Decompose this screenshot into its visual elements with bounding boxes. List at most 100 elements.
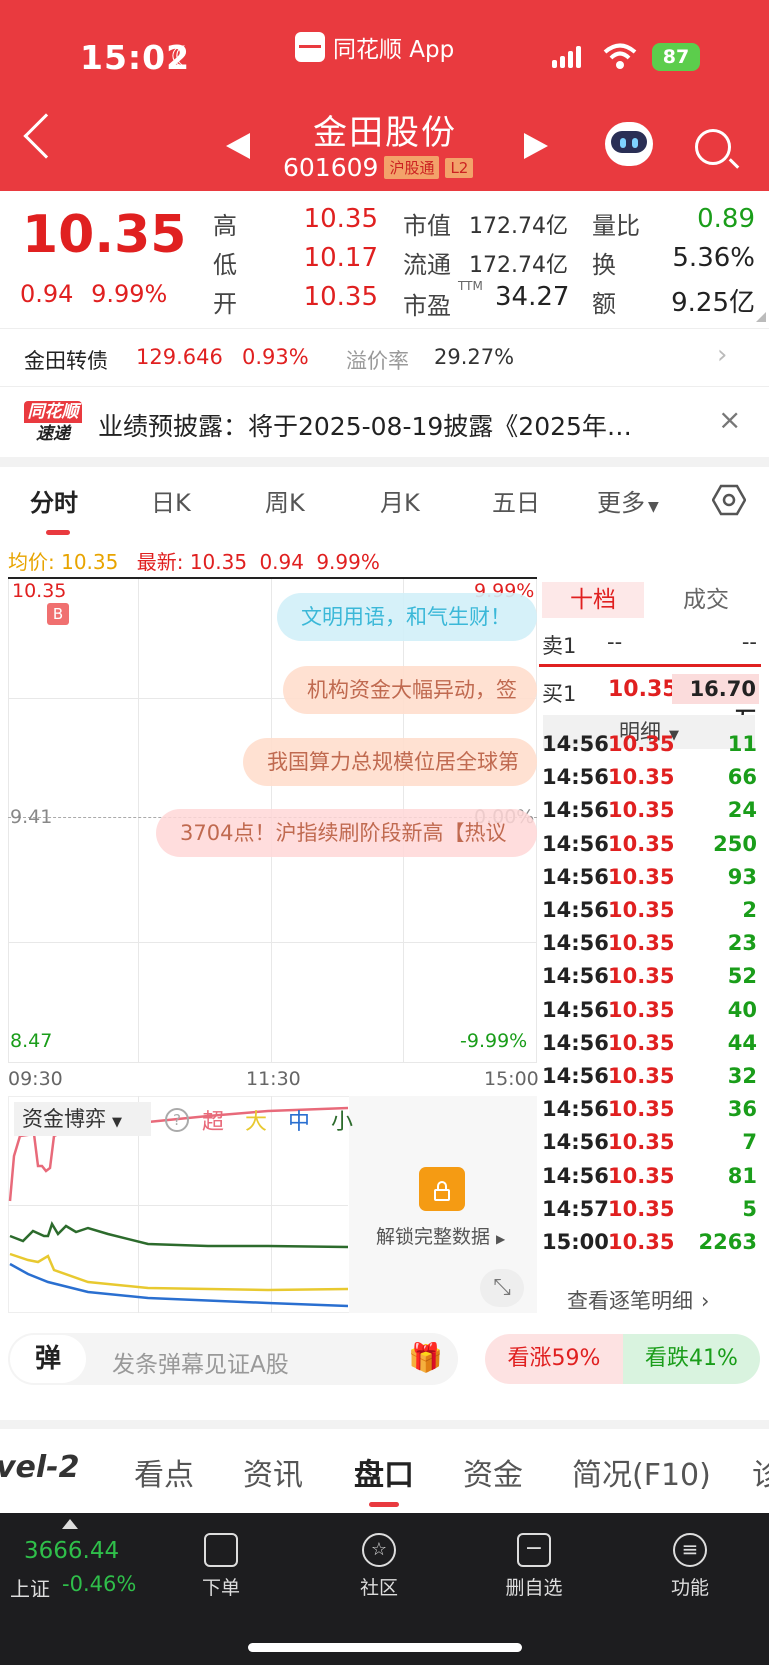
trade-price: 10.35	[608, 931, 675, 956]
close-icon[interactable]: ×	[718, 403, 741, 436]
tab-weekly-k[interactable]: 周K	[265, 483, 305, 518]
cb-name: 金田转债	[24, 349, 108, 373]
caret-right-icon: ▶	[496, 1232, 506, 1246]
trade-price: 10.35	[608, 831, 675, 856]
help-icon[interactable]: ?	[165, 1108, 189, 1132]
mktcap-value: 172.74亿	[469, 214, 568, 239]
brand-badge-icon: 同花顺 速递	[24, 401, 82, 449]
index-value[interactable]: 3666.44	[24, 1538, 119, 1564]
more-trades-link[interactable]: 查看逐笔明细 ›	[567, 1285, 709, 1315]
danmu-pill[interactable]: 3704点！沪指续刷阶段新高【热议	[156, 809, 537, 857]
buy-marker[interactable]: B	[47, 603, 69, 625]
tab-five-day[interactable]: 五日	[492, 483, 540, 518]
danmu-pill[interactable]: 文明用语，和气生财！	[277, 593, 537, 641]
buy1-label: 买1	[542, 682, 577, 706]
status-app-name: 同花顺 App	[333, 37, 455, 63]
x-axis-end: 15:00	[484, 1068, 539, 1090]
trade-price: 10.35	[608, 1097, 675, 1122]
settings-hex-icon[interactable]	[712, 483, 746, 517]
legend-small: 小	[331, 1110, 354, 1135]
trade-volume: 5	[742, 1196, 757, 1221]
index-up-icon	[62, 1519, 78, 1529]
danmu-pill[interactable]: 机构资金大幅异动，签	[283, 666, 537, 714]
trade-volume: 44	[727, 1030, 757, 1055]
trade-row: 14:56 10.35 36	[542, 1097, 757, 1130]
dock-functions[interactable]: ≡ 功能	[650, 1533, 730, 1600]
tab-more[interactable]: 更多 ▼	[597, 483, 659, 518]
community-icon: ☆	[362, 1533, 396, 1567]
pe-ttm-label: TTM	[458, 279, 483, 293]
trade-time: 14:57	[542, 1196, 609, 1221]
amount-value: 9.25亿	[671, 288, 755, 318]
fullscreen-icon[interactable]: ⤡	[480, 1269, 524, 1307]
danmu-input[interactable]: 弹 发条弹幕见证A股 🎁	[8, 1333, 458, 1385]
index-pct: -0.46%	[62, 1572, 137, 1596]
gift-icon[interactable]: 🎁	[408, 1341, 443, 1374]
convertible-bond-row[interactable]: 金田转债 129.646 0.93% 溢价率 29.27% ›	[0, 328, 769, 386]
tab-ten-levels[interactable]: 十档	[542, 582, 644, 618]
trade-volume: 36	[727, 1097, 757, 1122]
dock-order[interactable]: 下单	[181, 1533, 261, 1600]
battery-icon: 87	[652, 43, 700, 71]
chevron-right-icon: ›	[717, 340, 728, 370]
tab-monthly-k[interactable]: 月K	[380, 483, 420, 518]
back-icon[interactable]	[23, 113, 69, 159]
tab-highlights[interactable]: 看点	[134, 1450, 194, 1494]
brand-top: 同花顺	[24, 401, 82, 423]
caret-down-icon: ▼	[112, 1115, 122, 1130]
tab-daily-k[interactable]: 日K	[151, 483, 191, 518]
danmu-toggle-icon[interactable]: 弹	[10, 1335, 86, 1383]
y-axis-bottom: 8.47	[10, 1030, 53, 1052]
latest-pct: 9.99%	[316, 550, 380, 574]
chevron-right-icon: ›	[701, 1289, 710, 1313]
trade-time: 14:56	[542, 1163, 609, 1188]
fund-type-select[interactable]: 资金博弈 ▼	[14, 1102, 151, 1136]
y-axis-mid: 9.41	[10, 806, 53, 828]
prev-stock-icon[interactable]	[226, 133, 250, 159]
connect-tag: 沪股通	[384, 156, 440, 179]
expand-corner-icon[interactable]	[756, 312, 766, 322]
trade-price: 10.35	[608, 1163, 675, 1188]
tab-intraday[interactable]: 分时	[30, 483, 78, 518]
trade-price: 10.35	[608, 864, 675, 889]
tab-level2[interactable]: vel-2	[0, 1450, 80, 1485]
trade-time: 14:56	[542, 997, 609, 1022]
trade-volume: 250	[713, 831, 757, 856]
trade-row: 14:56 10.35 7	[542, 1130, 757, 1163]
tab-funds[interactable]: 资金	[463, 1450, 523, 1494]
unlock-data-link[interactable]: 解锁完整数据 ▶	[376, 1222, 505, 1249]
fund-legend: 超 大 中 小	[202, 1104, 353, 1136]
cb-pct: 0.93%	[242, 345, 309, 369]
tab-diagnosis[interactable]: 诊	[752, 1450, 769, 1494]
tab-f10[interactable]: 简况(F10)	[572, 1450, 711, 1494]
bearish-button[interactable]: 看跌41%	[623, 1334, 760, 1384]
price-change-pct: 9.99%	[91, 280, 168, 308]
danmu-pill[interactable]: 我国算力总规模位居全球第	[243, 738, 537, 786]
bullish-button[interactable]: 看涨59%	[485, 1334, 623, 1384]
tab-trades[interactable]: 成交	[655, 582, 757, 618]
next-stock-icon[interactable]	[524, 133, 548, 159]
tab-order-book[interactable]: 盘口	[354, 1450, 414, 1494]
low-label: 低	[213, 251, 237, 279]
volratio-value: 0.89	[697, 204, 755, 234]
latest-change: 0.94	[259, 550, 304, 574]
buy1-vol: 16.70万	[672, 674, 759, 731]
trade-price: 10.35	[608, 798, 675, 823]
sell1-label: 卖1	[542, 634, 577, 658]
trade-row: 14:56 10.35 44	[542, 1031, 757, 1064]
index-name: 上证	[10, 1577, 50, 1601]
fund-title: 资金博弈	[22, 1107, 106, 1131]
notice-text: 业绩预披露：将于2025-08-19披露《2025年…	[98, 412, 632, 441]
trade-row: 14:56 10.35 81	[542, 1164, 757, 1197]
trade-time: 14:56	[542, 1064, 609, 1088]
pct-axis-bottom: -9.99%	[460, 1030, 528, 1052]
notice-banner[interactable]: 同花顺 速递 业绩预披露：将于2025-08-19披露《2025年… ×	[0, 387, 769, 457]
tab-news[interactable]: 资讯	[243, 1450, 303, 1494]
unlock-label: 解锁完整数据	[376, 1226, 491, 1248]
dock-remove-watch[interactable]: − 删自选	[494, 1533, 574, 1600]
search-icon[interactable]	[695, 129, 731, 165]
moon-icon: ☾	[170, 40, 196, 73]
robot-assistant-icon[interactable]	[605, 122, 653, 166]
trade-volume: 7	[742, 1130, 757, 1155]
dock-community[interactable]: ☆ 社区	[339, 1533, 419, 1600]
